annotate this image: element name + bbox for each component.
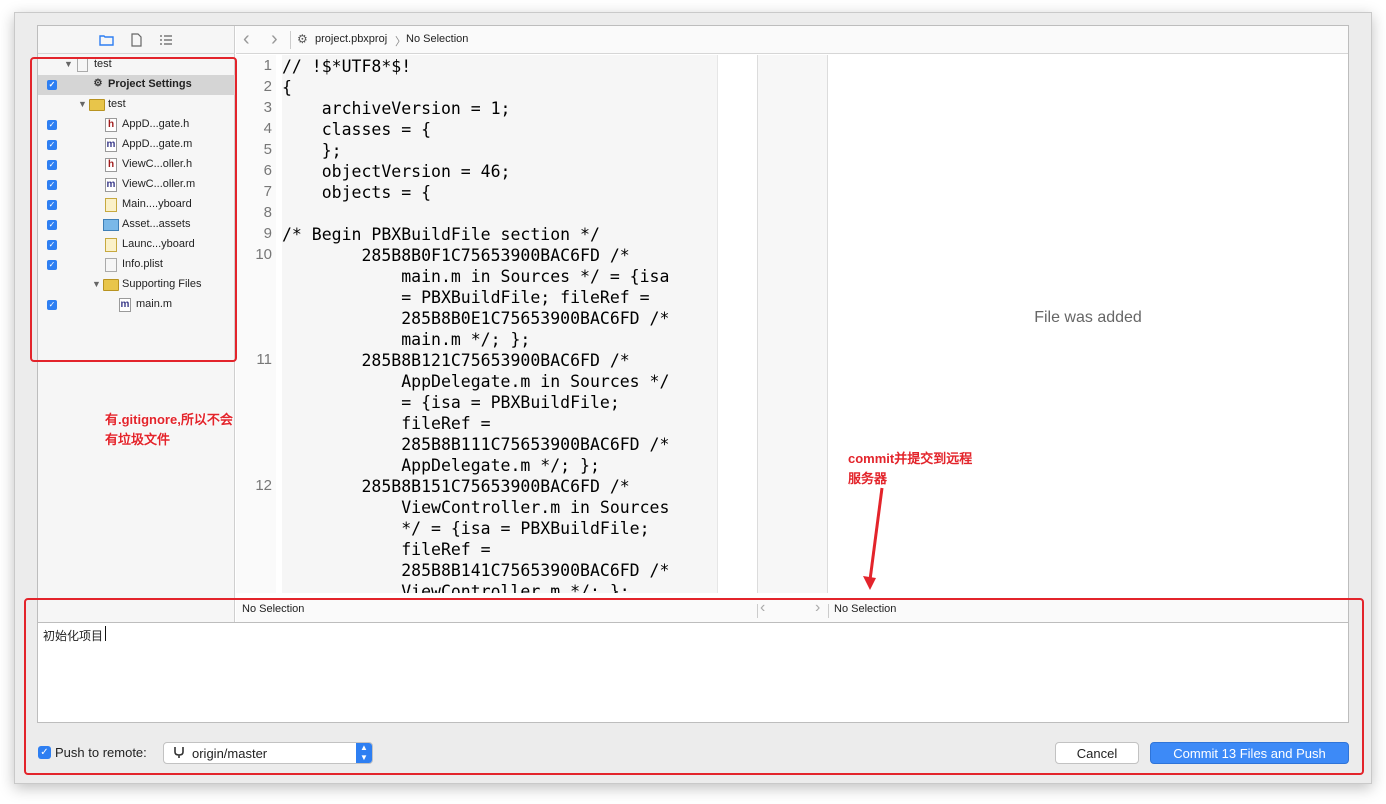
code-line: = PBXBuildFile; fileRef = (282, 288, 650, 307)
code-line: = {isa = PBXBuildFile; (282, 393, 620, 412)
line-number: 5 (263, 141, 272, 158)
separator (290, 31, 291, 49)
line-number: 9 (263, 225, 272, 242)
line-number: 7 (263, 183, 272, 200)
code-line: 285B8B151C75653900BAC6FD /* (282, 477, 630, 496)
navigator-tabbar (38, 26, 235, 54)
project-file-gear-icon: ⚙ (297, 32, 308, 46)
code-line: 285B8B0F1C75653900BAC6FD /* (282, 246, 630, 265)
editor-margin (717, 55, 757, 593)
code-line: main.m */; }; (282, 330, 531, 349)
breadcrumb-separator: 〉 (395, 36, 406, 48)
code-line: ViewController.m in Sources (282, 498, 670, 517)
folder-icon[interactable] (98, 32, 114, 48)
line-number: 6 (263, 162, 272, 179)
code-line: }; (282, 141, 342, 160)
code-line: /* Begin PBXBuildFile section */ (282, 225, 600, 244)
jump-bar: ‹ › ⚙ project.pbxproj 〉 No Selection (236, 26, 1348, 54)
code-line: classes = { (282, 120, 432, 139)
list-icon[interactable] (158, 32, 174, 48)
code-line: 285B8B111C75653900BAC6FD /* (282, 435, 670, 454)
annotation-box-file-list (30, 57, 237, 362)
code-line: { (282, 78, 292, 97)
breadcrumb-file[interactable]: project.pbxproj (315, 33, 387, 45)
line-number: 8 (263, 204, 272, 221)
code-line: 285B8B141C75653900BAC6FD /* (282, 561, 670, 580)
diff-divider (757, 55, 828, 593)
code-line: */ = {isa = PBXBuildFile; (282, 519, 650, 538)
annotation-arrow (863, 487, 884, 590)
breadcrumb-selection[interactable]: No Selection (406, 33, 468, 45)
annotation-gitignore-line2: 有垃圾文件 (105, 432, 171, 447)
code-line: 285B8B121C75653900BAC6FD /* (282, 351, 630, 370)
code-line: main.m in Sources */ = {isa (282, 267, 670, 286)
code-line: AppDelegate.m */; }; (282, 456, 600, 475)
line-number: 1 (263, 57, 272, 74)
code-line: fileRef = (282, 414, 491, 433)
code-line: 285B8B0E1C75653900BAC6FD /* (282, 309, 670, 328)
file-added-message: File was added (1034, 309, 1142, 326)
line-number: 3 (263, 99, 272, 116)
line-number: 11 (256, 351, 272, 368)
code-line: fileRef = (282, 540, 491, 559)
back-button[interactable]: ‹ (243, 28, 250, 51)
code-line: ViewController.m */; }; (282, 582, 630, 593)
line-number: 4 (263, 120, 272, 137)
code-line: archiveVersion = 1; (282, 99, 511, 118)
annotation-box-commit-area (24, 598, 1364, 775)
code-editor[interactable]: // !$*UTF8*$! { archiveVersion = 1; clas… (282, 55, 717, 593)
code-line: AppDelegate.m in Sources */ (282, 372, 670, 391)
forward-button[interactable]: › (271, 28, 278, 51)
annotation-gitignore-line1: 有.gitignore,所以不会 (105, 412, 233, 427)
code-line: objects = { (282, 183, 432, 202)
line-number: 10 (255, 246, 272, 263)
code-line: // !$*UTF8*$! (282, 57, 412, 76)
line-number-gutter: 1 2 3 4 5 6 7 8 9 10 11 12 (236, 55, 276, 593)
code-line: objectVersion = 46; (282, 162, 511, 181)
right-diff-pane: File was added (828, 55, 1348, 593)
line-number: 12 (255, 477, 272, 494)
annotation-commit-line1: commit并提交到远程 (848, 451, 973, 466)
document-icon[interactable] (128, 32, 144, 48)
line-number: 2 (263, 78, 272, 95)
